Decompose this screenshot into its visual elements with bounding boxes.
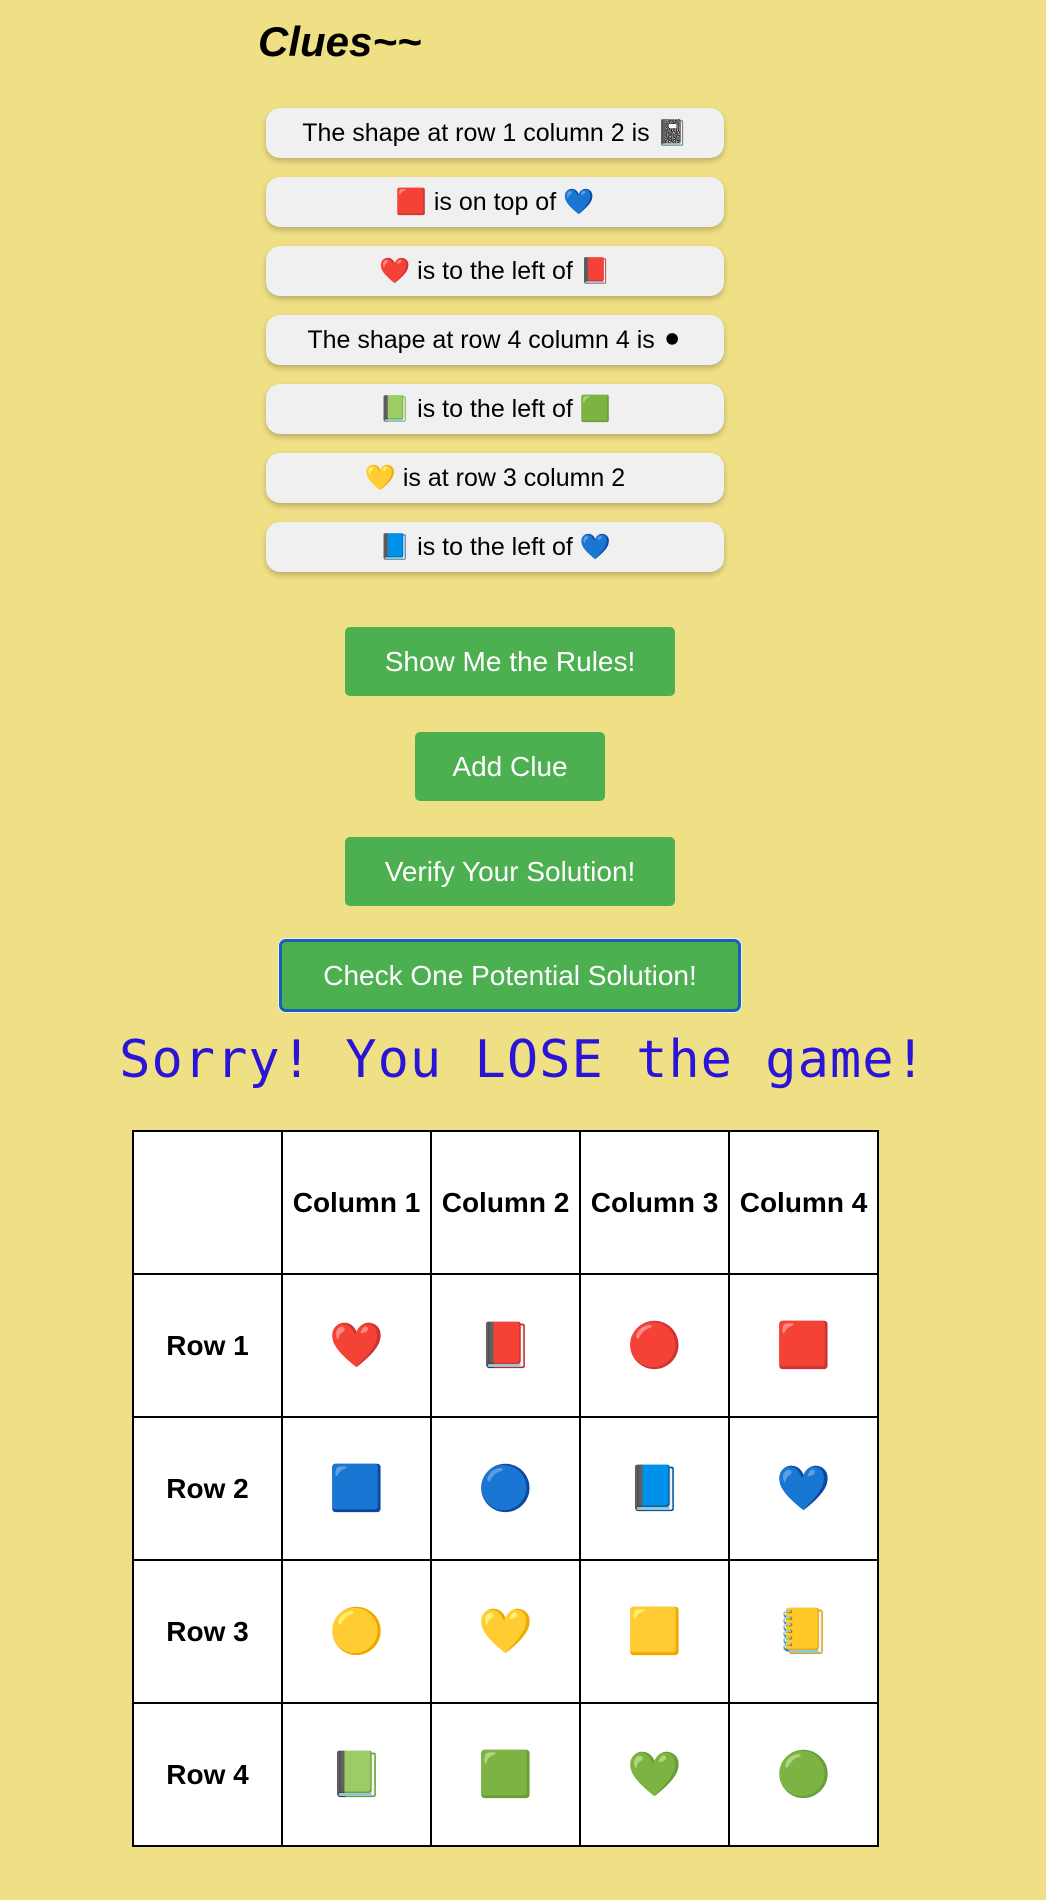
grid-row: Row 1 ❤️ 📕 🔴 🟥 xyxy=(132,1273,879,1418)
grid-corner-cell xyxy=(132,1130,283,1275)
grid-header-row: Column 1 Column 2 Column 3 Column 4 xyxy=(132,1130,879,1275)
grid-cell[interactable]: 💙 xyxy=(728,1416,879,1561)
column-header: Column 4 xyxy=(728,1130,879,1275)
clue-item: 💛 is at row 3 column 2 xyxy=(266,453,724,503)
grid-cell[interactable]: 🟥 xyxy=(728,1273,879,1418)
grid-cell[interactable]: 💚 xyxy=(579,1702,730,1847)
grid-row: Row 3 🟡 💛 🟨 📒 xyxy=(132,1559,879,1704)
show-rules-button[interactable]: Show Me the Rules! xyxy=(345,627,675,696)
row-header: Row 2 xyxy=(132,1416,283,1561)
grid-cell[interactable]: 🟢 xyxy=(728,1702,879,1847)
clues-title: Clues~~ xyxy=(258,18,422,65)
grid-cell[interactable]: 🟦 xyxy=(281,1416,432,1561)
grid-row: Row 2 🟦 🔵 📘 💙 xyxy=(132,1416,879,1561)
grid-cell[interactable]: 📕 xyxy=(430,1273,581,1418)
grid-cell[interactable]: 📒 xyxy=(728,1559,879,1704)
column-header: Column 1 xyxy=(281,1130,432,1275)
clue-list: The shape at row 1 column 2 is 📓 🟥 is on… xyxy=(266,108,724,591)
grid-cell[interactable]: 💛 xyxy=(430,1559,581,1704)
add-clue-button[interactable]: Add Clue xyxy=(415,732,605,801)
clue-item: The shape at row 4 column 4 is ⚫ xyxy=(266,315,724,365)
clue-item: 📘 is to the left of 💙 xyxy=(266,522,724,572)
grid-cell[interactable]: 🟩 xyxy=(430,1702,581,1847)
result-message: Sorry! You LOSE the game! xyxy=(119,1030,927,1090)
column-header: Column 3 xyxy=(579,1130,730,1275)
column-header: Column 2 xyxy=(430,1130,581,1275)
grid-cell[interactable]: 🔵 xyxy=(430,1416,581,1561)
row-header: Row 4 xyxy=(132,1702,283,1847)
row-header: Row 1 xyxy=(132,1273,283,1418)
clue-item: ❤️ is to the left of 📕 xyxy=(266,246,724,296)
row-header: Row 3 xyxy=(132,1559,283,1704)
grid-cell[interactable]: 🔴 xyxy=(579,1273,730,1418)
grid-cell[interactable]: ❤️ xyxy=(281,1273,432,1418)
grid-cell[interactable]: 🟡 xyxy=(281,1559,432,1704)
grid-cell[interactable]: 🟨 xyxy=(579,1559,730,1704)
clue-item: 🟥 is on top of 💙 xyxy=(266,177,724,227)
solution-grid: Column 1 Column 2 Column 3 Column 4 Row … xyxy=(132,1130,879,1847)
clue-item: 📗 is to the left of 🟩 xyxy=(266,384,724,434)
clue-item: The shape at row 1 column 2 is 📓 xyxy=(266,108,724,158)
verify-solution-button[interactable]: Verify Your Solution! xyxy=(345,837,675,906)
check-potential-solution-button[interactable]: Check One Potential Solution! xyxy=(279,939,741,1012)
grid-cell[interactable]: 📗 xyxy=(281,1702,432,1847)
grid-row: Row 4 📗 🟩 💚 🟢 xyxy=(132,1702,879,1847)
grid-cell[interactable]: 📘 xyxy=(579,1416,730,1561)
